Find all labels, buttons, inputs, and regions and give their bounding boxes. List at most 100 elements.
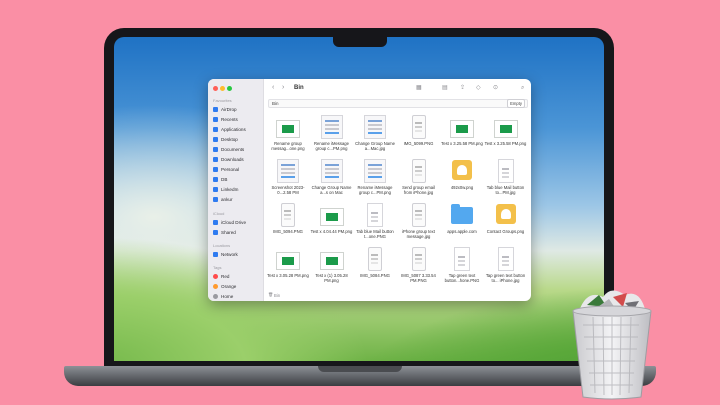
- file-thumbnail-green: [450, 120, 474, 138]
- sidebar-item-linkedin[interactable]: LinkedIn: [213, 185, 238, 193]
- sidebar-item-label: Orange: [221, 283, 237, 289]
- forward-chevron-icon[interactable]: ›: [282, 84, 284, 92]
- file-item[interactable]: Test x 4.04.44 PM.png: [311, 203, 353, 247]
- file-item[interactable]: Tap green text button to... iPhone.jpg: [485, 247, 527, 291]
- back-chevron-icon[interactable]: ‹: [272, 84, 274, 92]
- download-icon: [213, 156, 218, 162]
- file-item[interactable]: Send group email from iPhone.jpg: [398, 159, 440, 203]
- file-name: IMG_5099.PNG: [403, 141, 434, 146]
- empty-bin-button[interactable]: Empty: [507, 99, 525, 108]
- sidebar-header-icloud: iCloud: [213, 211, 225, 216]
- sidebar-item-downloads[interactable]: Downloads: [213, 155, 244, 163]
- file-item[interactable]: Tab blue Mail button t...one.PNG: [354, 203, 396, 247]
- sidebar-item-label: DB: [221, 176, 228, 182]
- file-item[interactable]: apps.apple.com: [441, 203, 483, 247]
- file-thumbnail-doc: [277, 159, 299, 183]
- sidebar-item-icloud-drive[interactable]: iCloud Drive: [213, 218, 246, 226]
- file-item[interactable]: Screenshot 2023-0...2.58 PM: [267, 159, 309, 203]
- sidebar-item-network[interactable]: Network: [213, 250, 238, 258]
- file-item[interactable]: Tab blue Mail button to...PM.jpg: [485, 159, 527, 203]
- file-thumbnail-tall: [454, 247, 470, 271]
- zoom-window-button[interactable]: [227, 86, 232, 91]
- file-item[interactable]: Test x 3.25.58 PM.png: [441, 115, 483, 159]
- sidebar-item-recents[interactable]: Recents: [213, 115, 238, 123]
- file-thumbnail-contacts: [452, 160, 472, 180]
- file-thumbnail-phone: [411, 247, 426, 271]
- toolbar: ‹ › Bin ▦ ▤ ⇪ ◇ ⊙ ⌕: [264, 79, 531, 99]
- file-thumbnail-doc: [320, 159, 343, 183]
- sidebar-item-label: Recents: [221, 116, 238, 122]
- sidebar-item-label: Documents: [221, 146, 245, 152]
- clock-icon: [213, 116, 218, 122]
- sidebar-item-airdrop[interactable]: AirDrop: [213, 105, 237, 113]
- tag-icon[interactable]: ◇: [476, 84, 481, 92]
- close-window-button[interactable]: [213, 86, 218, 91]
- minimize-window-button[interactable]: [220, 86, 225, 91]
- file-item[interactable]: Rename group messag...one.png: [267, 115, 309, 159]
- file-name: Rename iMessage group c...PM.png: [314, 141, 349, 151]
- cloud-icon: [213, 219, 218, 225]
- sidebar-item-label: LinkedIn: [221, 186, 239, 192]
- file-item[interactable]: Change Group Name a...s on Mac: [311, 159, 353, 203]
- file-name: Rename iMessage group c...PM.png: [357, 185, 393, 195]
- file-thumbnail-green: [319, 252, 344, 270]
- shared-folder-icon: [213, 229, 218, 235]
- sidebar-item-personal[interactable]: Personal: [213, 165, 239, 173]
- sidebar-item-applications[interactable]: Applications: [213, 125, 246, 133]
- file-item[interactable]: Change Group Name a...Mac.jpg: [354, 115, 396, 159]
- file-item[interactable]: Contact Groups.png: [485, 203, 527, 247]
- file-thumbnail-doc: [364, 115, 386, 139]
- group-icon[interactable]: ▤: [442, 84, 448, 92]
- sidebar-item-shared[interactable]: Shared: [213, 228, 236, 236]
- sidebar-item-orange[interactable]: Orange: [213, 282, 236, 290]
- file-thumbnail-doc: [364, 159, 386, 183]
- camera-notch: [333, 37, 387, 47]
- more-actions-icon[interactable]: ⊙: [493, 84, 498, 92]
- desktop-icon: [213, 136, 218, 142]
- trash-pathbar: Bin Empty: [268, 99, 528, 108]
- sidebar-item-desktop[interactable]: Desktop: [213, 135, 238, 143]
- sidebar-item-db[interactable]: DB: [213, 175, 227, 183]
- search-icon[interactable]: ⌕: [521, 84, 524, 92]
- sidebar-item-ankur[interactable]: ankur: [213, 195, 233, 203]
- sidebar-item-home[interactable]: Home: [213, 292, 233, 300]
- file-item[interactable]: Rename iMessage group c...PM.png: [354, 159, 396, 203]
- trash-can-icon: [572, 290, 652, 400]
- sidebar-header-favourites: Favourites: [213, 98, 232, 103]
- file-item[interactable]: IMG_5099.PNG: [398, 115, 440, 159]
- file-name: iPhone group text message.jpg: [402, 229, 435, 239]
- file-name: Screenshot 2023-0...2.58 PM: [271, 185, 305, 195]
- sidebar-item-documents[interactable]: Documents: [213, 145, 244, 153]
- file-name: Change Group Name a...s on Mac: [311, 185, 352, 195]
- file-item[interactable]: Test x (1) 3.05.28 PM.png: [311, 247, 353, 291]
- share-icon[interactable]: ⇪: [460, 84, 465, 92]
- file-item[interactable]: IMG_5084.PNG: [354, 247, 396, 291]
- trash-small-icon: 🗑: [268, 292, 274, 297]
- folder-icon: [213, 186, 218, 192]
- sidebar-item-label: ankur: [221, 196, 233, 202]
- file-thumbnail-tall: [367, 203, 383, 227]
- file-thumbnail-phone: [411, 203, 426, 227]
- tag-dot-icon: [213, 273, 218, 279]
- file-item[interactable]: Rename iMessage group c...PM.png: [311, 115, 353, 159]
- file-name: apps.apple.com: [447, 229, 477, 234]
- sidebar-item-red[interactable]: Red: [213, 272, 229, 280]
- file-item[interactable]: Tap green text button...hone.PNG: [441, 247, 483, 291]
- file-thumbnail-doc: [320, 115, 343, 139]
- file-thumbnail-folder: [451, 204, 473, 224]
- file-item[interactable]: IMG_5087 3.33.54 PM.PNG: [398, 247, 440, 291]
- file-name: Test x 3.25.58 PM.png: [441, 141, 483, 146]
- status-bar-label: Bin: [274, 293, 281, 298]
- sidebar: Favourites AirDrop Recents Applications Des…: [208, 79, 264, 301]
- file-item[interactable]: Test x 3.25.58 PM.png: [485, 115, 527, 159]
- file-thumbnail-tall: [497, 247, 514, 271]
- file-name: IMG_5084.PNG: [360, 273, 390, 278]
- file-item[interactable]: Test x 3.05.28 PM.png: [267, 247, 309, 291]
- tag-dot-icon: [213, 293, 218, 299]
- view-grid-icon[interactable]: ▦: [416, 84, 422, 92]
- document-icon: [213, 146, 218, 152]
- file-name: Test x (1) 3.05.28 PM.png: [315, 273, 348, 283]
- file-item[interactable]: 492x0w.png: [441, 159, 483, 203]
- file-item[interactable]: iPhone group text message.jpg: [398, 203, 440, 247]
- file-item[interactable]: IMG_5094.PNG: [267, 203, 309, 247]
